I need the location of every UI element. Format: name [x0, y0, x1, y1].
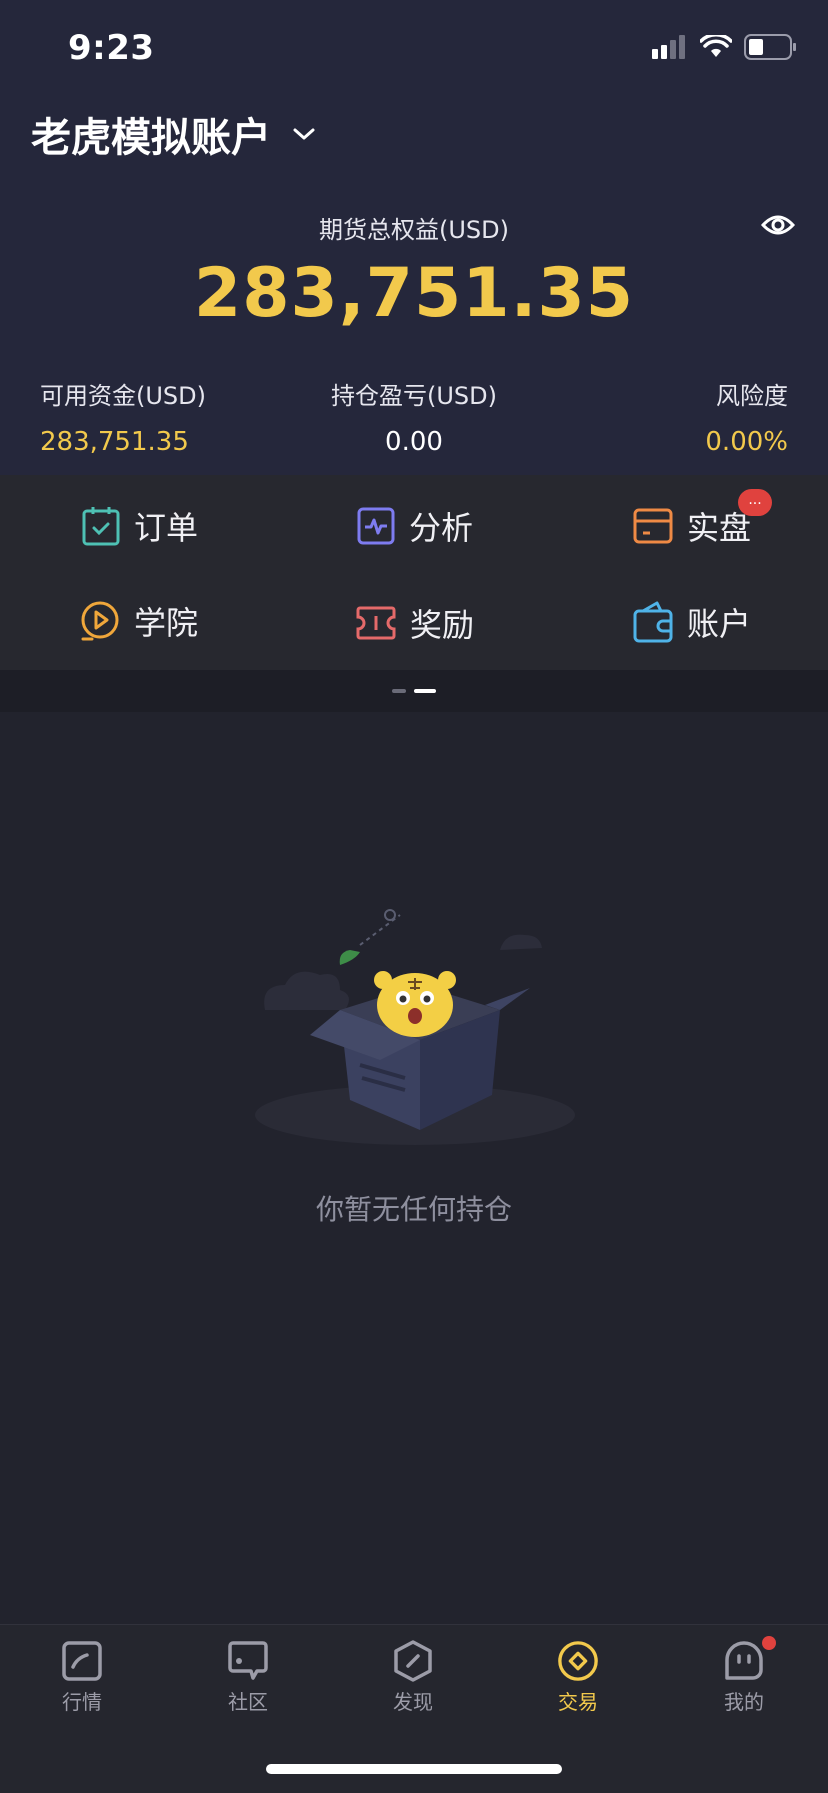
risk-level-value: 0.00% [705, 427, 788, 457]
account-title: 老虎模拟账户 [31, 115, 271, 161]
notification-badge: ... [738, 489, 772, 516]
eye-icon[interactable] [761, 210, 795, 240]
discover-icon [394, 1640, 432, 1682]
wallet-icon [633, 601, 673, 643]
tab-community[interactable]: 社区 [198, 1640, 298, 1715]
empty-box-illustration [255, 909, 575, 1145]
tab-trade[interactable]: 交易 [528, 1640, 628, 1715]
account-selector[interactable]: 老虎模拟账户 [31, 105, 317, 163]
chevron-down-icon [293, 128, 315, 140]
notification-dot [762, 1636, 776, 1650]
grid-item-label: 账户 [687, 605, 752, 643]
battery-icon [744, 34, 796, 60]
analysis-icon [357, 507, 395, 545]
tab-label: 交易 [558, 1690, 598, 1714]
grid-item-analysis[interactable]: 分析 [357, 503, 473, 549]
home-indicator [266, 1764, 562, 1774]
card-icon [633, 508, 673, 544]
grid-item-label: 奖励 [410, 606, 475, 644]
position-pnl-value: 0.00 [385, 427, 443, 457]
grid-item-academy[interactable]: 学院 [80, 598, 198, 644]
tab-label: 我的 [724, 1690, 764, 1714]
chart-icon [62, 1641, 102, 1681]
profile-icon [725, 1641, 763, 1680]
equity-value: 283,751.35 [193, 254, 635, 333]
trade-icon [558, 1641, 598, 1681]
grid-item-account[interactable]: 账户 [633, 599, 751, 645]
risk-level-label: 风险度 [716, 382, 788, 410]
tab-profile[interactable]: 我的 [694, 1640, 794, 1715]
page-dot[interactable] [392, 689, 406, 693]
grid-item-live[interactable]: 实盘 [633, 503, 751, 549]
wifi-icon [700, 35, 732, 57]
empty-state-message: 你暂无任何持仓 [315, 1193, 512, 1226]
grid-item-label: 订单 [134, 509, 199, 547]
signal-icon [652, 35, 685, 59]
grid-item-rewards[interactable]: 奖励 [356, 600, 474, 646]
grid-item-label: 分析 [409, 509, 474, 547]
tab-label: 社区 [228, 1690, 268, 1714]
page-dot-active[interactable] [414, 689, 436, 693]
ticket-icon [356, 606, 396, 640]
tab-discover[interactable]: 发现 [363, 1640, 463, 1715]
position-pnl-label: 持仓盈亏(USD) [330, 382, 497, 410]
tab-market[interactable]: 行情 [32, 1640, 132, 1715]
play-circle-icon [81, 601, 119, 641]
tab-label: 行情 [62, 1690, 102, 1714]
grid-item-orders[interactable]: 订单 [82, 503, 198, 549]
tab-label: 发现 [393, 1690, 433, 1714]
community-icon [228, 1641, 268, 1680]
calendar-check-icon [82, 507, 120, 546]
status-icons [652, 34, 796, 60]
position-pnl: 持仓盈亏(USD) 0.00 [0, 376, 828, 457]
status-time: 9:23 [68, 28, 155, 68]
grid-item-label: 学院 [134, 604, 199, 642]
equity-label: 期货总权益(USD) [318, 216, 509, 244]
risk-level: 风险度 0.00% [705, 376, 788, 457]
